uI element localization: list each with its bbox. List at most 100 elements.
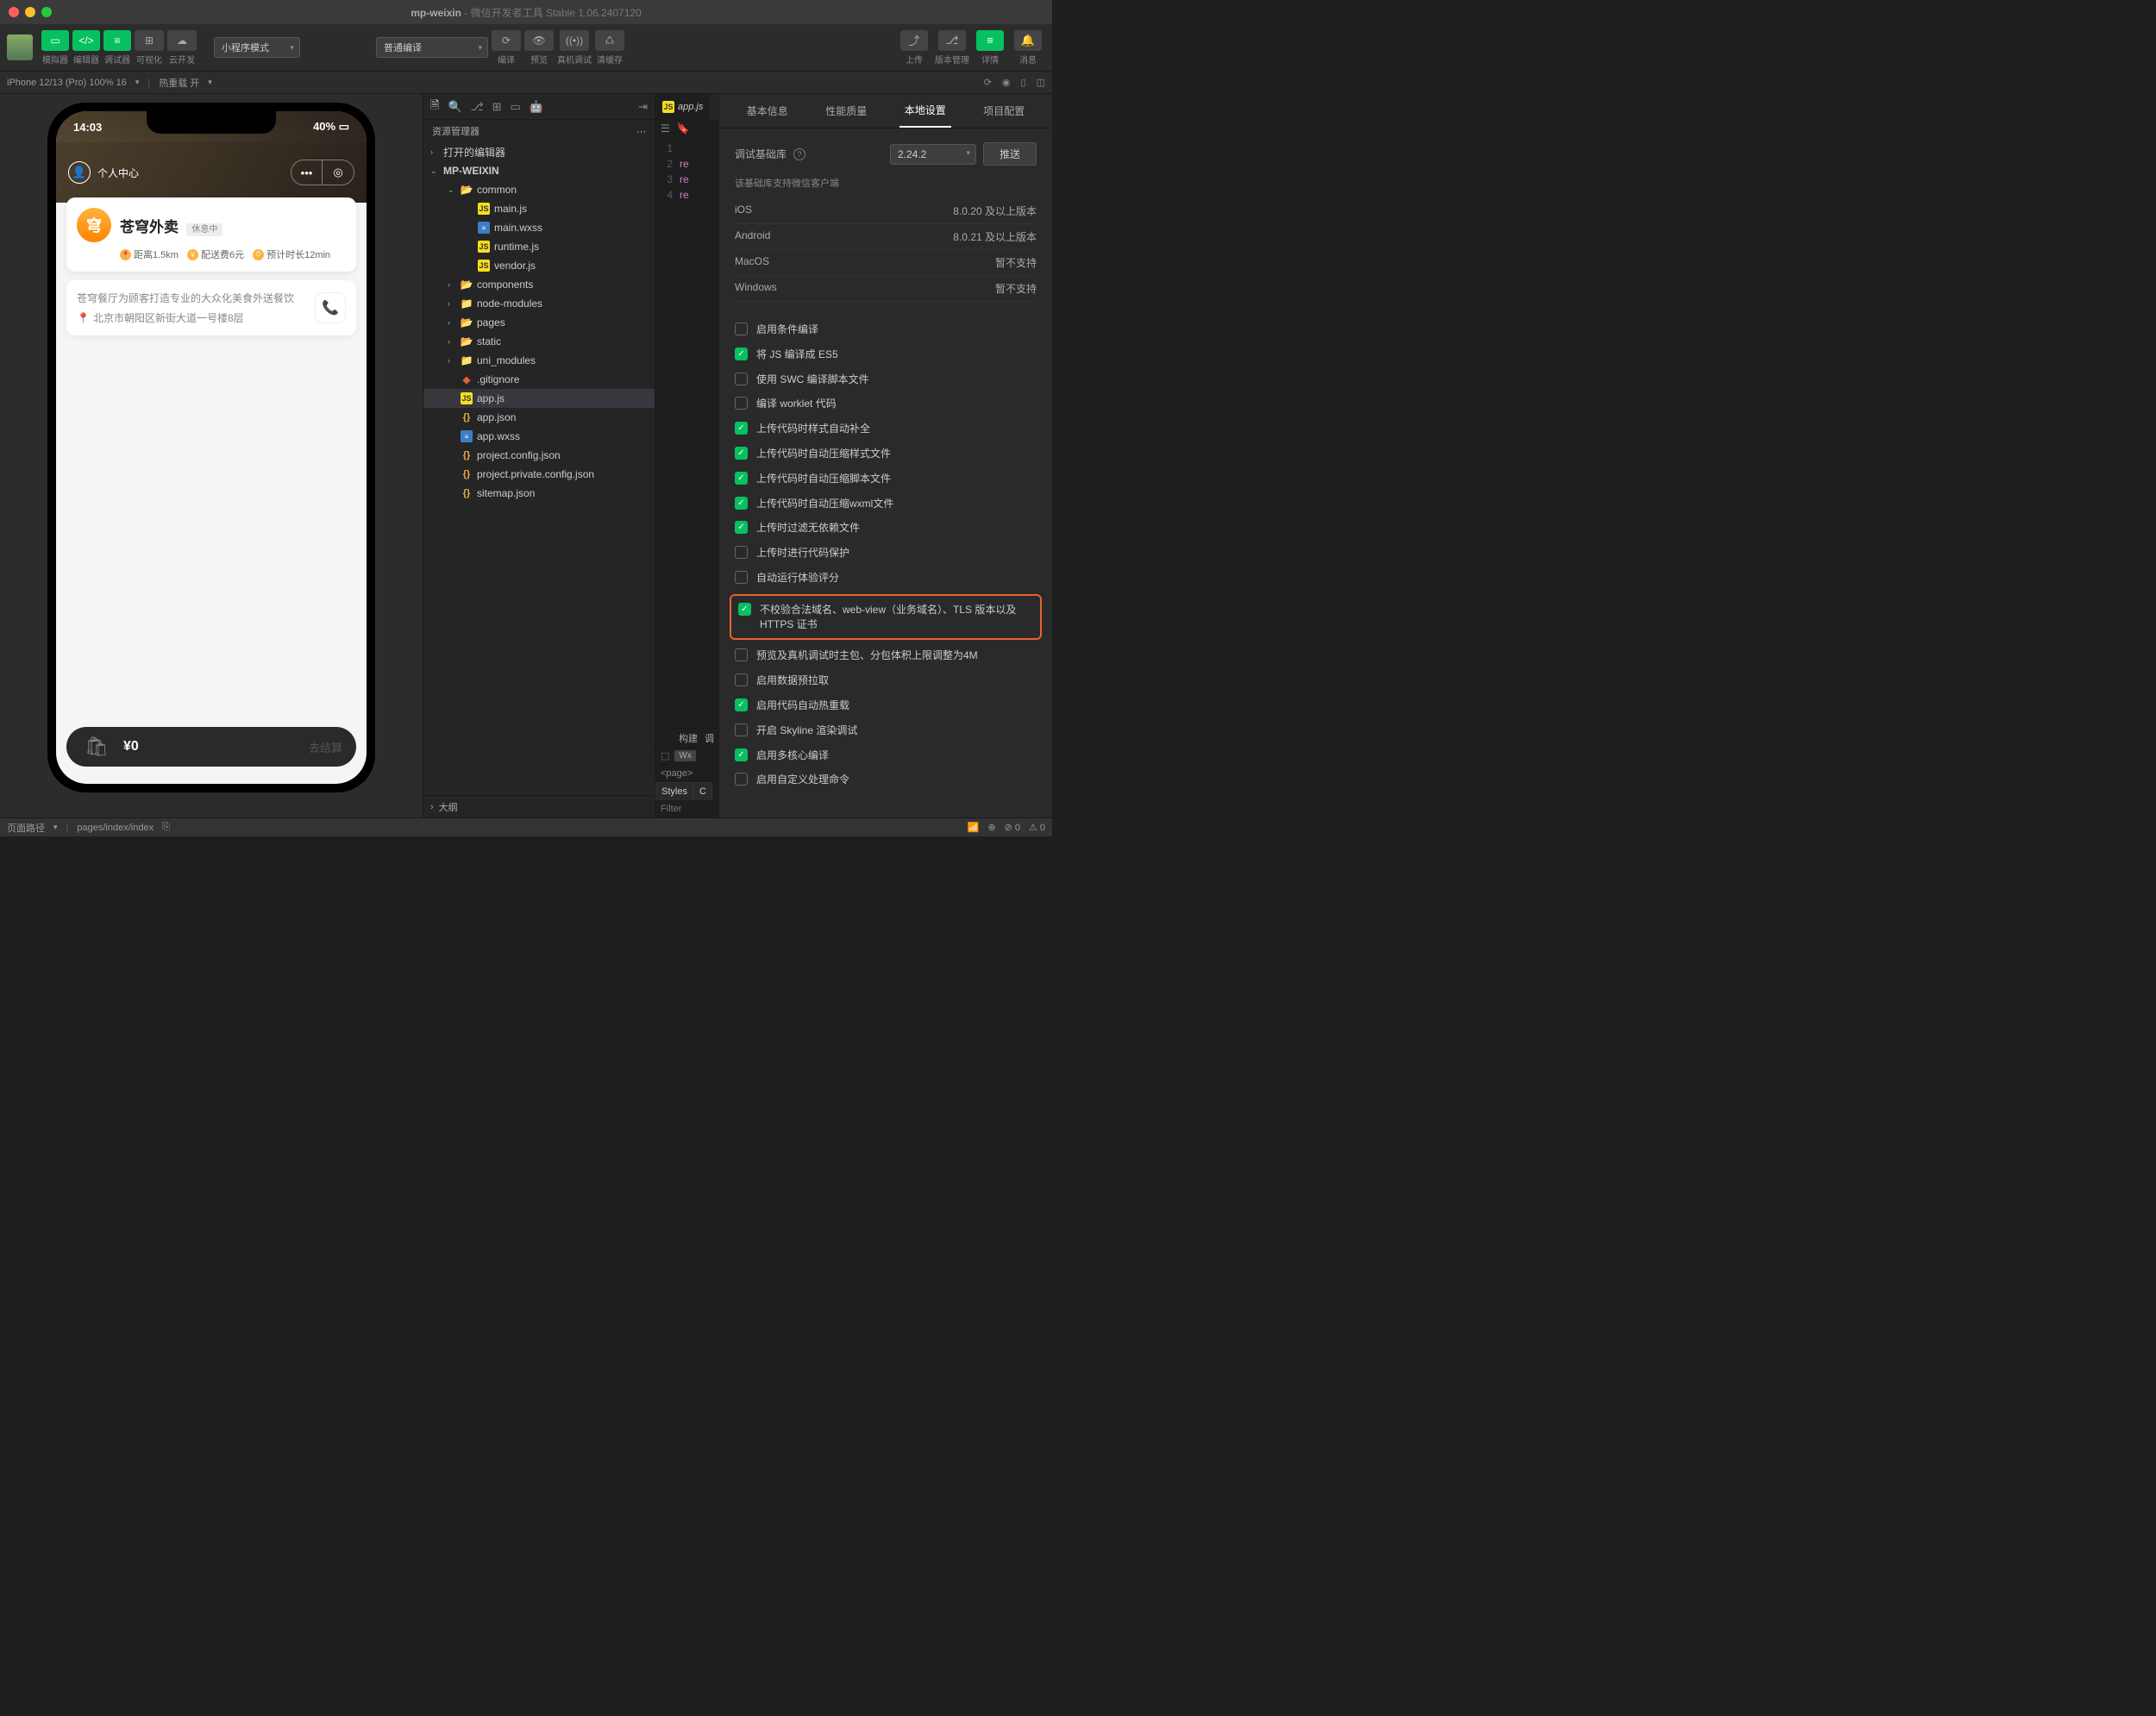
rotate-icon[interactable]: ◫ [1037,77,1045,88]
capsule-menu[interactable]: ••• [291,160,323,185]
tree-item[interactable]: ≡app.wxss [423,427,655,446]
editor-tab[interactable]: JSapp.js [655,94,710,120]
branch-icon[interactable]: ⎇ [471,100,484,114]
folder-g-icon: 📂 [461,279,473,291]
checkbox-option[interactable]: 启用条件编译 [735,323,1037,337]
filter-input[interactable]: Filter [655,800,719,817]
signal-icon[interactable]: 📶 [968,822,980,833]
panel-tab[interactable]: 基本信息 [742,95,793,127]
search-icon[interactable]: 🔍 [448,100,461,114]
cart-bar[interactable]: 🛍 ¥0 去结算 [66,727,356,767]
simulator-toggle[interactable]: ▭ [41,30,69,51]
clock-icon: ⏱ [253,249,264,260]
checkbox-icon: ✓ [735,447,748,460]
compile-select[interactable]: 普通编译 [376,37,488,58]
message-button[interactable]: 🔔 [1014,30,1042,51]
baselib-select[interactable]: 2.24.2 [890,144,976,165]
checkbox-option[interactable]: ✓上传代码时自动压缩样式文件 [735,447,1037,461]
tree-item[interactable]: JSmain.js [423,199,655,218]
cloud-button[interactable]: ☁ [167,30,197,51]
tree-item[interactable]: ›📁uni_modules [423,351,655,370]
checkbox-option[interactable]: 使用 SWC 编译脚本文件 [735,373,1037,387]
visualize-button[interactable]: ⊞ [135,30,164,51]
copy-icon[interactable]: ⎘ [162,822,170,833]
tree-item[interactable]: ›📂components [423,275,655,294]
device-icon[interactable]: ▯ [1021,77,1026,88]
checkbox-option[interactable]: 上传时进行代码保护 [735,546,1037,561]
open-editors-section[interactable]: ›打开的编辑器 [423,142,655,161]
tree-item[interactable]: {}project.private.config.json [423,465,655,484]
robot-icon[interactable]: 🤖 [530,100,543,114]
checkbox-option[interactable]: ✓上传时过滤无依赖文件 [735,521,1037,535]
debug-icon[interactable]: ▭ [511,100,521,114]
tree-item[interactable]: JSruntime.js [423,237,655,256]
tree-item[interactable]: ≡main.wxss [423,218,655,237]
checkbox-option[interactable]: 自动运行体验评分 [735,571,1037,586]
outline-section[interactable]: ›大纲 [423,795,655,817]
tree-item[interactable]: {}sitemap.json [423,484,655,503]
checkbox-option[interactable]: ✓不校验合法域名、web-view（业务域名）、TLS 版本以及 HTTPS 证… [730,594,1042,641]
tree-item[interactable]: ›📁node-modules [423,294,655,313]
checkbox-option[interactable]: 启用自定义处理命令 [735,773,1037,787]
upload-button[interactable]: ⤴ [900,30,928,51]
panel-tab[interactable]: 性能质量 [820,95,872,127]
checkbox-option[interactable]: ✓上传代码时自动压缩wxml文件 [735,497,1037,511]
js-icon: JS [478,203,490,215]
panel-tab[interactable]: 本地设置 [899,94,951,128]
checkbox-option[interactable]: ✓上传代码时自动压缩脚本文件 [735,472,1037,486]
inspect-icon[interactable]: ⬚ [661,750,669,761]
tree-item[interactable]: ›📂pages [423,313,655,332]
collapse-icon[interactable]: ⇥ [638,100,648,114]
styles-tab[interactable]: Styles [655,782,693,800]
checkbox-icon: ✓ [738,603,751,616]
tree-item[interactable]: ⌄📂common [423,180,655,199]
page-path[interactable]: pages/index/index [77,823,154,833]
more-icon[interactable]: ⋯ [636,126,646,137]
ext-icon[interactable]: ⊞ [492,100,502,114]
user-avatar[interactable] [7,34,33,60]
help-icon[interactable]: ? [793,148,805,160]
maximize-window[interactable] [41,7,52,17]
list-icon[interactable]: ☰ [661,122,670,135]
tree-item[interactable]: ›📂static [423,332,655,351]
checkbox-option[interactable]: ✓上传代码时样式自动补全 [735,422,1037,436]
remote-debug-button[interactable]: ((•)) [560,30,589,51]
minimize-window[interactable] [25,7,35,17]
compile-button[interactable]: ⟳ [492,30,521,51]
details-button[interactable]: ≡ [976,30,1004,51]
tree-item[interactable]: {}app.json [423,408,655,427]
tree-item[interactable]: ◆.gitignore [423,370,655,389]
checkbox-option[interactable]: 编译 worklet 代码 [735,397,1037,411]
hotreload-toggle[interactable]: 热重载 开 [159,76,199,90]
debugger-toggle[interactable]: ≡ [103,30,131,51]
tree-item[interactable]: JSapp.js [423,389,655,408]
editor-toggle[interactable]: </> [72,30,100,51]
project-root[interactable]: ⌄MP-WEIXIN [423,161,655,180]
preview-button[interactable]: 👁 [524,30,554,51]
bookmark-icon[interactable]: 🔖 [677,122,690,135]
git-status-icon[interactable]: ⊕ [987,822,995,833]
capsule-close[interactable]: ◎ [323,160,354,185]
home-icon[interactable]: ◉ [1002,77,1011,88]
tree-item[interactable]: {}project.config.json [423,446,655,465]
checkbox-option[interactable]: ✓将 JS 编译成 ES5 [735,348,1037,362]
clear-cache-button[interactable]: ♺ [595,30,624,51]
mode-select[interactable]: 小程序模式 [214,37,300,58]
checkbox-option[interactable]: ✓启用多核心编译 [735,748,1037,763]
checkbox-option[interactable]: 开启 Skyline 渲染调试 [735,723,1037,738]
panel-tab[interactable]: 项目配置 [978,95,1030,127]
tree-item[interactable]: JSvendor.js [423,256,655,275]
call-button[interactable]: 📞 [315,292,346,323]
push-button[interactable]: 推送 [983,142,1037,166]
checkbox-icon [735,571,748,584]
checkbox-option[interactable]: ✓启用代码自动热重载 [735,698,1037,713]
device-select[interactable]: iPhone 12/13 (Pro) 100% 16 [7,78,127,88]
close-window[interactable] [9,7,19,17]
files-icon[interactable]: 🗎 [430,97,439,116]
checkbox-option[interactable]: 启用数据预拉取 [735,673,1037,688]
user-icon[interactable]: 👤 [68,161,91,184]
checkbox-option[interactable]: 预览及真机调试时主包、分包体积上限调整为4M [735,648,1037,663]
version-button[interactable]: ⎇ [938,30,966,51]
shop-card[interactable]: 穹 苍穹外卖 休息中 📍距离1.5km ¥配送费6元 ⏱预计时长12min [66,197,356,272]
refresh-icon[interactable]: ⟳ [984,77,992,88]
